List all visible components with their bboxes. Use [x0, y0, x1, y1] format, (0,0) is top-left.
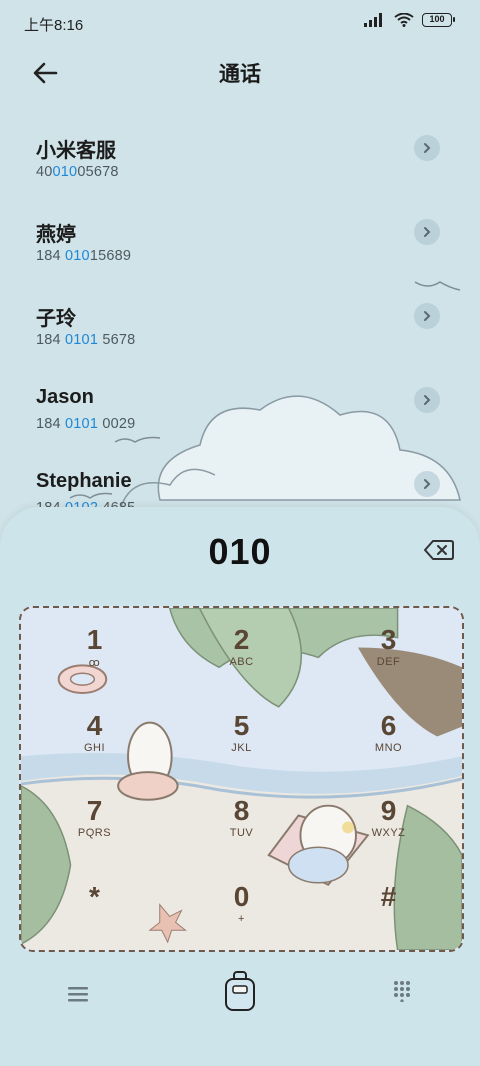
menu-icon[interactable] — [66, 984, 90, 1004]
battery-icon: 100 — [422, 13, 455, 27]
contact-number: 184 01015689 — [36, 248, 132, 264]
contact-row[interactable]: 小米客服 4001005678 — [0, 124, 480, 208]
key-8[interactable]: 8 TUV — [168, 779, 315, 865]
contact-list: 小米客服 4001005678 燕婷 184 01015689 子玲 184 0… — [0, 124, 480, 544]
contact-name: Jason — [36, 386, 94, 408]
contact-row[interactable]: 燕婷 184 01015689 — [0, 208, 480, 292]
key-0[interactable]: 0 + — [168, 865, 315, 951]
status-bar: 上午8:16 100 — [0, 0, 480, 46]
chevron-right-icon[interactable] — [414, 219, 440, 245]
key-hash[interactable]: # — [315, 865, 462, 951]
key-7[interactable]: 7 PQRS — [21, 779, 168, 865]
wifi-icon — [394, 13, 414, 27]
call-icon[interactable] — [224, 970, 256, 1012]
key-9[interactable]: 9 WXYZ — [315, 779, 462, 865]
chevron-right-icon[interactable] — [414, 387, 440, 413]
chevron-right-icon[interactable] — [414, 135, 440, 161]
contact-name: Stephanie — [36, 470, 132, 492]
contact-name: 燕婷 — [36, 224, 76, 246]
status-icons: 100 — [364, 13, 455, 27]
key-3[interactable]: 3 DEF — [315, 608, 462, 694]
header: 通话 — [0, 46, 480, 100]
contact-number: 184 0101 0029 — [36, 416, 136, 432]
backspace-icon[interactable] — [424, 539, 454, 561]
contact-name: 子玲 — [36, 308, 76, 330]
chevron-right-icon[interactable] — [414, 471, 440, 497]
dial-input[interactable]: 010 — [0, 531, 480, 573]
keypad: 1ꝏ 2 ABC 3 DEF 4 GHI 5 JKL 6 MNO 7 PQRS 8 TUV 9… — [19, 606, 464, 952]
contact-row[interactable]: 子玲 184 0101 5678 — [0, 292, 480, 376]
key-5[interactable]: 5 JKL — [168, 694, 315, 780]
contact-name: 小米客服 — [36, 140, 116, 162]
key-star[interactable]: * — [21, 865, 168, 951]
contact-number: 4001005678 — [36, 164, 119, 180]
page-title: 通话 — [219, 63, 261, 86]
bottom-bar — [0, 946, 480, 1066]
contact-row[interactable]: Jason 184 0101 0029 — [0, 376, 480, 460]
dial-panel: 010 1ꝏ 2 ABC 3 DEF 4 GHI 5 JKL 6 MNO 7 P… — [0, 507, 480, 1066]
signal-icon — [364, 13, 382, 27]
dialpad-icon[interactable] — [392, 980, 412, 1002]
chevron-right-icon[interactable] — [414, 303, 440, 329]
keys-grid: 1ꝏ 2 ABC 3 DEF 4 GHI 5 JKL 6 MNO 7 PQRS 8 TUV 9… — [21, 608, 462, 950]
key-1[interactable]: 1ꝏ — [21, 608, 168, 694]
key-6[interactable]: 6 MNO — [315, 694, 462, 780]
key-2[interactable]: 2 ABC — [168, 608, 315, 694]
key-4[interactable]: 4 GHI — [21, 694, 168, 780]
status-time: 上午8:16 — [24, 17, 84, 34]
contact-number: 184 0101 5678 — [36, 332, 136, 348]
